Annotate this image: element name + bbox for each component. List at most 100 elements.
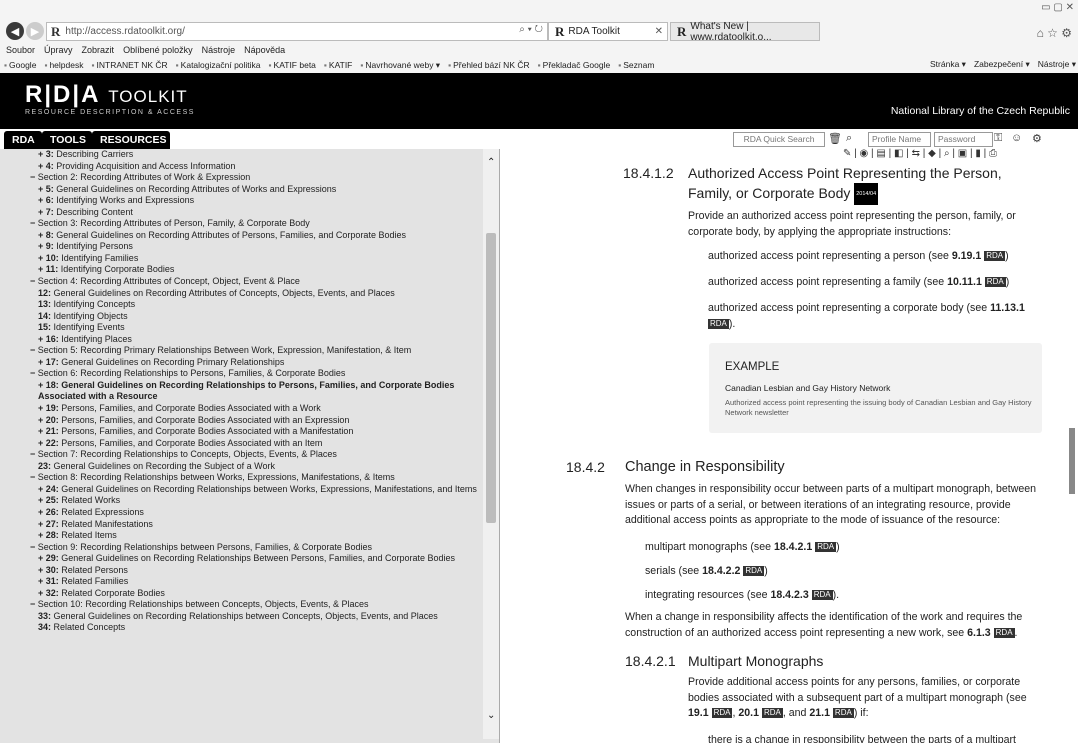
menu-soubor[interactable]: Soubor	[6, 45, 35, 55]
trash-icon[interactable]: 🗑	[828, 132, 842, 145]
toc-item[interactable]: + 20: Persons, Families, and Corporate B…	[0, 415, 482, 427]
toc-item[interactable]: + 22: Persons, Families, and Corporate B…	[0, 438, 482, 450]
menu-oblibene[interactable]: Oblíbené položky	[123, 45, 193, 55]
toc-item[interactable]: − Section 3: Recording Attributes of Per…	[0, 218, 482, 230]
search-icon[interactable]: ⌕	[846, 132, 852, 145]
page-tools-icons[interactable]: ✎ | ◉ | ▤ | ◧ | ⇆ | ◆ | ⌕ | ▣ | ▮ | ⎙	[843, 148, 997, 159]
fav-prekladac[interactable]: Překladač Google	[538, 60, 611, 70]
scrollbar-thumb[interactable]	[486, 233, 496, 523]
toc-item[interactable]: + 24: General Guidelines on Recording Re…	[0, 484, 482, 496]
toc-item[interactable]: + 3: Describing Carriers	[0, 149, 482, 161]
toc-item[interactable]: + 21: Persons, Families, and Corporate B…	[0, 426, 482, 438]
fav-prehled[interactable]: Přehled bází NK ČR	[448, 60, 530, 70]
password-input[interactable]: Password	[934, 132, 993, 147]
menu-napoveda[interactable]: Nápověda	[244, 45, 285, 55]
tab-tools[interactable]: TOOLS	[42, 131, 92, 149]
fav-katif-beta[interactable]: KATIF beta	[269, 60, 316, 70]
toc-item[interactable]: + 11: Identifying Corporate Bodies	[0, 264, 482, 276]
toc-item[interactable]: + 18: General Guidelines on Recording Re…	[0, 380, 482, 403]
fav-navrhovane[interactable]: Navrhované weby ▾	[360, 60, 440, 71]
toc-item[interactable]: + 19: Persons, Families, and Corporate B…	[0, 403, 482, 415]
toc-item[interactable]: − Section 5: Recording Primary Relations…	[0, 345, 482, 357]
toc-item[interactable]: + 7: Describing Content	[0, 207, 482, 219]
tools-menu[interactable]: Nástroje ▾	[1038, 59, 1076, 70]
toc-item[interactable]: 23: General Guidelines on Recording the …	[0, 461, 482, 473]
tab-rda[interactable]: RDA	[4, 131, 42, 149]
rda-favicon-icon: R	[51, 23, 61, 39]
toc-item[interactable]: + 29: General Guidelines on Recording Re…	[0, 553, 482, 565]
page-menu[interactable]: Stránka ▾	[930, 59, 966, 70]
toc-item[interactable]: − Section 6: Recording Relationships to …	[0, 368, 482, 380]
instruction-item: authorized access point representing a f…	[708, 276, 1010, 288]
toc-item[interactable]: − Section 8: Recording Relationships bet…	[0, 472, 482, 484]
scroll-up-icon[interactable]: ⌃	[487, 157, 495, 168]
scroll-down-icon[interactable]: ⌄	[487, 710, 495, 721]
toc-item[interactable]: + 26: Related Expressions	[0, 507, 482, 519]
instruction-item: there is a change in responsibility betw…	[708, 734, 1016, 743]
address-tools[interactable]: ⌕ ▾ ↻	[519, 24, 543, 35]
forward-button[interactable]: ▶	[26, 22, 44, 40]
browser-icons[interactable]: ⌂ ☆ ⚙	[1037, 26, 1072, 40]
security-menu[interactable]: Zabezpečení ▾	[974, 59, 1030, 70]
toc-item[interactable]: + 32: Related Corporate Bodies	[0, 588, 482, 600]
section-title: Authorized Access Point Representing the…	[688, 163, 1002, 205]
scrollbar-thumb[interactable]	[1069, 428, 1075, 494]
toc-item[interactable]: + 17: General Guidelines on Recording Pr…	[0, 357, 482, 369]
toc-item[interactable]: + 9: Identifying Persons	[0, 241, 482, 253]
fav-helpdesk[interactable]: helpdesk	[44, 60, 83, 70]
profile-name-input[interactable]: Profile Name	[868, 132, 931, 147]
fav-katif[interactable]: KATIF	[324, 60, 352, 70]
address-bar[interactable]: R http://access.rdatoolkit.org/ ⌕ ▾ ↻	[46, 22, 548, 41]
toc-item[interactable]: − Section 2: Recording Attributes of Wor…	[0, 172, 482, 184]
toc-item[interactable]: − Section 4: Recording Attributes of Con…	[0, 276, 482, 288]
fav-intranet[interactable]: INTRANET NK ČR	[91, 60, 168, 70]
rda-favicon-icon: R	[677, 23, 687, 39]
toc-item[interactable]: + 5: General Guidelines on Recording Att…	[0, 184, 482, 196]
menu-zobrazit[interactable]: Zobrazit	[82, 45, 115, 55]
content-scrollbar[interactable]	[1066, 163, 1078, 743]
browser-navbar: ◀ ▶ R http://access.rdatoolkit.org/ ⌕ ▾ …	[0, 19, 1078, 44]
rda-logo[interactable]: R|D|A TOOLKIT	[25, 81, 188, 109]
fav-google[interactable]: Google	[4, 60, 36, 70]
instruction-item: integrating resources (see 18.4.2.3 RDA)…	[645, 589, 840, 601]
revision-badge: 2014/04	[854, 183, 879, 205]
tab-resources[interactable]: RESOURCES	[92, 131, 170, 149]
toc-item[interactable]: + 31: Related Families	[0, 576, 482, 588]
sidebar: RDA TOOLS RESOURCES + 3: Describing Carr…	[0, 129, 500, 743]
tab-rda-toolkit[interactable]: R RDA Toolkit ✕	[548, 22, 668, 41]
toc-item[interactable]: + 4: Providing Acquisition and Access In…	[0, 161, 482, 173]
toc-item[interactable]: + 8: General Guidelines on Recording Att…	[0, 230, 482, 242]
menu-upravy[interactable]: Úpravy	[44, 45, 73, 55]
fav-seznam[interactable]: Seznam	[618, 60, 654, 70]
toc-item[interactable]: − Section 9: Recording Relationships bet…	[0, 542, 482, 554]
instruction-text: Provide additional access points for any…	[688, 676, 1027, 719]
toc-item[interactable]: + 28: Related Items	[0, 530, 482, 542]
settings-icon[interactable]: ⚙	[1032, 132, 1042, 145]
back-button[interactable]: ◀	[6, 22, 24, 40]
example-note: Authorized access point representing the…	[725, 398, 1032, 417]
tab-whats-new[interactable]: R What's New | www.rdatoolkit.o...	[670, 21, 820, 43]
toc-item[interactable]: 15: Identifying Events	[0, 322, 482, 334]
toc-item[interactable]: − Section 7: Recording Relationships to …	[0, 449, 482, 461]
toc-item[interactable]: + 27: Related Manifestations	[0, 519, 482, 531]
toc-item[interactable]: + 6: Identifying Works and Expressions	[0, 195, 482, 207]
fav-katalogizacni[interactable]: Katalogizační politika	[176, 60, 261, 70]
close-tab-icon[interactable]: ✕	[655, 26, 663, 37]
toc-item[interactable]: 13: Identifying Concepts	[0, 299, 482, 311]
sidebar-scrollbar[interactable]: ⌃ ⌄	[483, 149, 499, 739]
toc-item[interactable]: + 30: Related Persons	[0, 565, 482, 577]
login-icon[interactable]: ⚿	[994, 132, 1002, 145]
menu-nastroje[interactable]: Nástroje	[202, 45, 236, 55]
toc-item[interactable]: − Section 10: Recording Relationships be…	[0, 599, 482, 611]
rda-quick-search[interactable]: RDA Quick Search	[733, 132, 825, 147]
toc-item[interactable]: + 16: Identifying Places	[0, 334, 482, 346]
window-controls[interactable]: ▭ ▢ ✕	[1041, 2, 1074, 13]
toc-item[interactable]: 33: General Guidelines on Recording Rela…	[0, 611, 482, 623]
toc-item[interactable]: 12: General Guidelines on Recording Attr…	[0, 288, 482, 300]
toc-item[interactable]: + 25: Related Works	[0, 495, 482, 507]
instruction-item: authorized access point representing a c…	[708, 302, 1025, 330]
toc-item[interactable]: 14: Identifying Objects	[0, 311, 482, 323]
toc-item[interactable]: 34: Related Concepts	[0, 622, 482, 634]
user-icon[interactable]: ☺	[1011, 132, 1022, 144]
toc-item[interactable]: + 10: Identifying Families	[0, 253, 482, 265]
